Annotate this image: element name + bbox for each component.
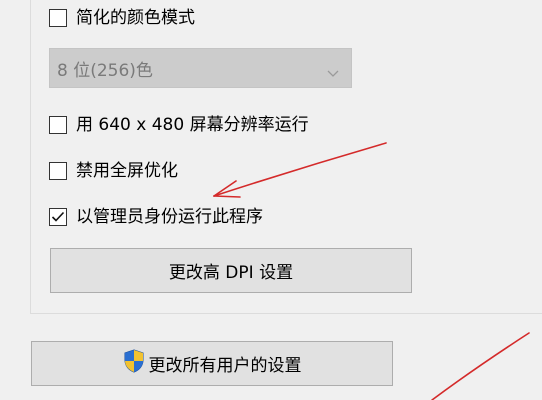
resolution-640-checkbox[interactable] [49, 116, 67, 134]
change-dpi-button-label: 更改高 DPI 设置 [168, 263, 294, 283]
reduced-color-checkbox[interactable] [49, 9, 67, 27]
disable-fullscreen-opt-checkbox[interactable] [49, 162, 67, 180]
chevron-down-icon [327, 63, 339, 82]
disable-fullscreen-opt-checkbox-row[interactable]: 禁用全屏优化 [49, 160, 178, 182]
reduced-color-checkbox-row[interactable]: 简化的颜色模式 [49, 7, 195, 29]
checkmark-icon [51, 211, 65, 222]
uac-shield-icon [123, 349, 145, 378]
change-all-users-button-label: 更改所有用户的设置 [148, 356, 302, 376]
resolution-640-checkbox-row[interactable]: 用 640 x 480 屏幕分辨率运行 [49, 114, 309, 136]
change-dpi-button[interactable]: 更改高 DPI 设置 [50, 248, 412, 293]
color-depth-select[interactable]: 8 位(256)色 [49, 48, 352, 88]
change-all-users-button[interactable]: 更改所有用户的设置 [31, 341, 393, 386]
resolution-640-label: 用 640 x 480 屏幕分辨率运行 [76, 115, 309, 135]
run-as-admin-checkbox[interactable] [49, 208, 67, 226]
reduced-color-label: 简化的颜色模式 [76, 8, 195, 28]
disable-fullscreen-opt-label: 禁用全屏优化 [76, 161, 178, 181]
color-depth-value: 8 位(256)色 [57, 60, 153, 81]
run-as-admin-label: 以管理员身份运行此程序 [76, 207, 263, 227]
run-as-admin-checkbox-row[interactable]: 以管理员身份运行此程序 [49, 206, 263, 228]
